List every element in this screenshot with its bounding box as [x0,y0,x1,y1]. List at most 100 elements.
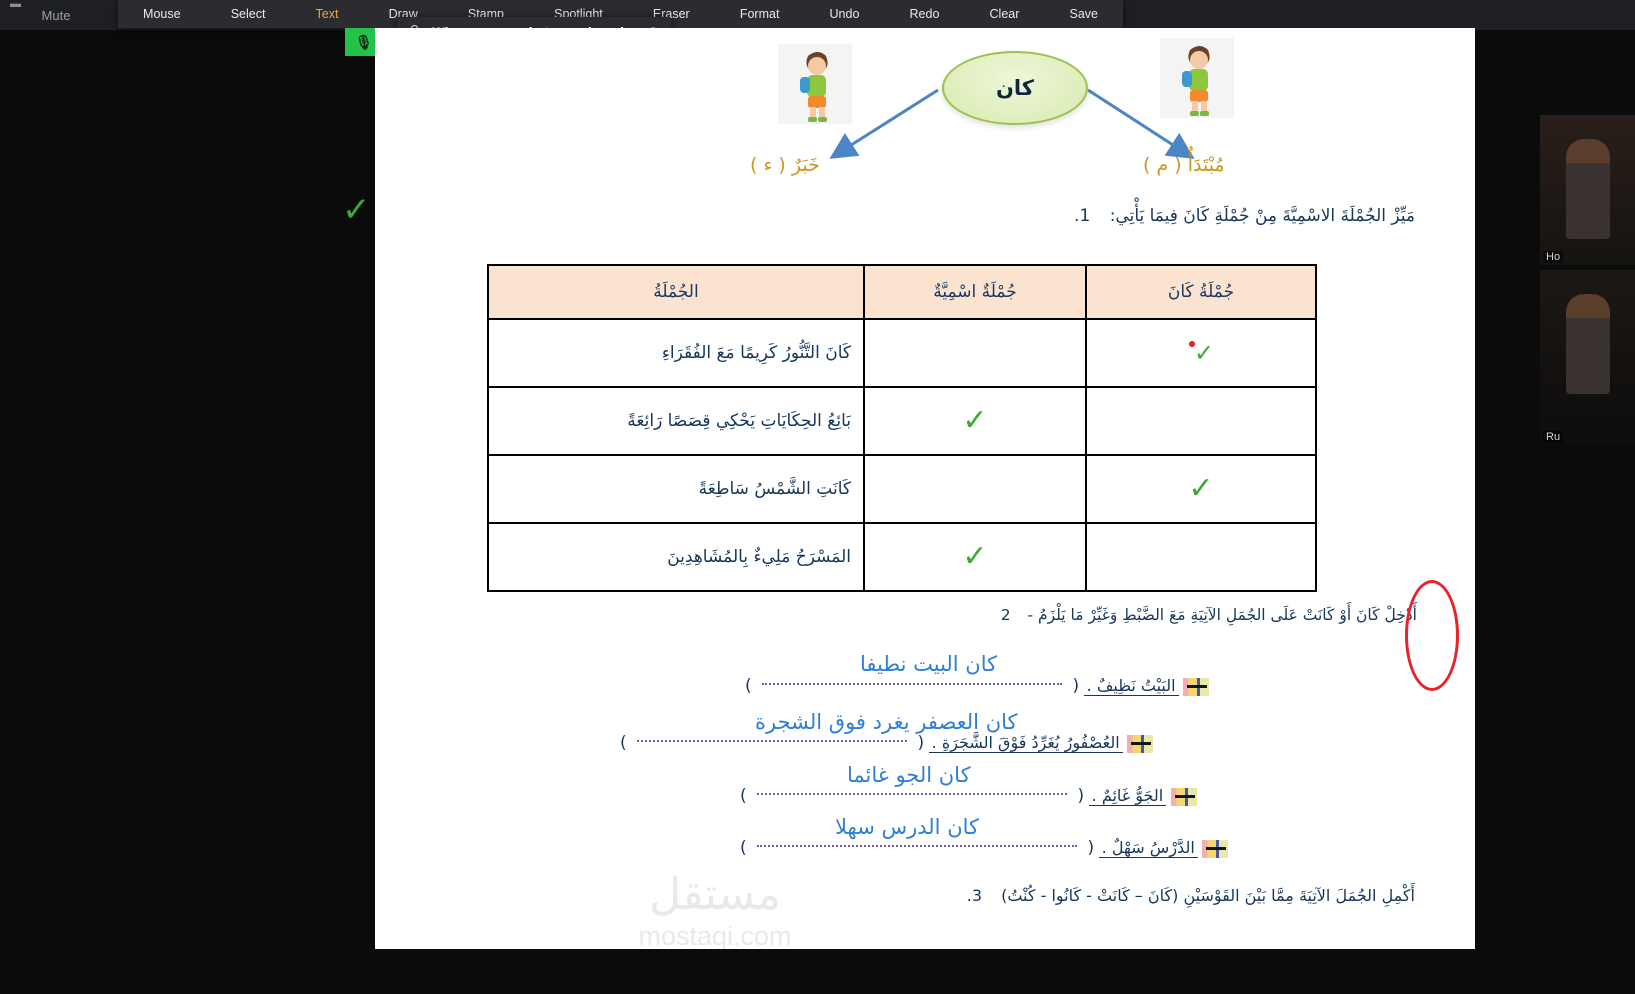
question-3-number: 3. [966,886,982,905]
cell-ismiyya-check[interactable] [863,318,1087,388]
screen-root: Mute Stop Video Security Participants Pa… [0,0,1635,994]
diagram-label-khabar: خَبَرٌ ( ء ) [750,154,820,176]
pencil-bullet-icon [1183,677,1210,696]
exercise-paren-close: ) [740,786,747,806]
question-1-line: مَيِّزْ الجُمْلَةَ الاسْمِيَّةَ مِنْ جُم… [375,206,1415,226]
microphone-muted-icon: 🎙 [355,33,373,50]
cell-ismiyya-check[interactable]: ✓ [863,522,1087,592]
pencil-bullet-icon [1170,787,1197,806]
table-row: ✓ كَانَ التَّنُّورُ كَرِيمًا مَعَ الفُقَ… [487,318,1317,388]
watermark: مستقل mostaqi.com [590,873,840,950]
exercise-row-3: الجَوُّ غَائِمٌ . ( ) [740,786,1197,806]
cell-kana-check[interactable]: ✓ [1085,318,1317,388]
exercise-paren-open: ( [1072,676,1080,696]
video-thumbnail[interactable]: Ru [1540,270,1635,445]
table-row: ✓ بَائِعُ الحِكَايَاتِ يَحْكِي قِصَصًا ر… [487,386,1317,456]
green-check-annotation: ✓ [342,190,371,230]
question-3-line: أَكْمِلِ الجُمَلَ الآتِيَةَ مِمَّا بَيْن… [375,886,1415,905]
boy-illustration-right [1160,38,1234,118]
pencil-bullet-icon [1202,839,1229,858]
green-check-icon: ✓ [1193,338,1215,367]
video-thumbnail-label: Ho [1543,251,1564,263]
diagram-arrows [829,88,1195,159]
exercise-answer-blank[interactable] [762,682,1063,685]
annotation-tool-format[interactable]: Format [715,0,805,28]
cell-sentence: كَانَ التَّنُّورُ كَرِيمًا مَعَ الفُقَرَ… [487,318,865,388]
exercise-answer-blank[interactable] [757,844,1078,847]
annotation-tool-label: Save [1069,7,1099,21]
annotation-tool-select[interactable]: Select [206,0,291,28]
handwritten-answer-4: كان الدرس سهلا [835,815,980,839]
cell-kana-check[interactable] [1085,522,1317,592]
shared-document: كان خَبَرٌ ( ء ) مُبْتَدَأٌ ( م ) مَيِّز… [375,28,1475,949]
handwritten-answer-3: كان الجو غائما [847,763,971,787]
green-check-icon: ✓ [1188,471,1214,506]
cell-ismiyya-check[interactable] [863,454,1087,524]
diagram-center-node: كان [942,51,1088,125]
table-header-sentence: الجُمْلَةُ [487,264,865,320]
annotation-tool-label: Mouse [143,7,181,21]
cell-sentence: المَسْرَحُ مَلِيءٌ بِالمُشَاهِدِينَ [487,522,865,592]
cell-kana-check[interactable] [1085,386,1317,456]
green-check-icon: ✓ [962,403,988,438]
kana-diagram: كان خَبَرٌ ( ء ) مُبْتَدَأٌ ( م ) [375,28,1475,178]
exercise-paren-open: ( [917,733,925,753]
handwritten-answer-1: كان البيت نطيفا [860,652,998,676]
annotation-tool-text[interactable]: Text [291,0,364,28]
annotation-tool-redo[interactable]: Redo [884,0,964,28]
watermark-latin: mostaqi.com [638,921,792,949]
exercise-printed-text: الدَّرْسُ سَهْلٌ . [1098,838,1198,858]
exercise-answer-blank[interactable] [637,739,908,742]
exercise-row-2: العُصْفُورُ يُغَرِّدُ فَوْقَ الشَّجَرَةِ… [620,733,1154,753]
question-3-text: أَكْمِلِ الجُمَلَ الآتِيَةَ مِمَّا بَيْن… [1001,886,1415,905]
exercise-row-4: الدَّرْسُ سَهْلٌ . ( ) [740,838,1229,858]
microphone-icon: ▬ [10,0,21,10]
annotation-tool-label: Clear [989,7,1020,21]
table-header-kana: جُمْلَةُ كَانَ [1085,264,1317,320]
exercise-printed-text: الجَوُّ غَائِمٌ . [1088,786,1167,806]
annotation-tool-mouse[interactable]: Mouse [118,0,206,28]
exercise-paren-close: ) [740,838,747,858]
annotation-tool-label: Redo [909,7,940,21]
exercise-printed-text: البَيْتُ نَظِيفٌ . [1083,676,1179,696]
annotation-tool-undo[interactable]: Undo [804,0,884,28]
cell-sentence: بَائِعُ الحِكَايَاتِ يَحْكِي قِصَصًا رَا… [487,386,865,456]
boy-illustration-left [778,44,852,124]
cell-ismiyya-check[interactable]: ✓ [863,386,1087,456]
exercise-paren-close: ) [745,676,752,696]
table-row: ✓ كَانَتِ الشَّمْسُ سَاطِعَةً [487,454,1317,524]
exercise-paren-close: ) [620,733,627,753]
exercise-answer-blank[interactable] [757,792,1068,795]
cell-sentence: كَانَتِ الشَّمْسُ سَاطِعَةً [487,454,865,524]
question-1-number: 1. [1074,206,1091,226]
exercise-paren-open: ( [1077,786,1085,806]
annotation-tool-label: Select [230,7,266,21]
annotation-tool-save[interactable]: Save [1044,0,1123,28]
diagram-label-mubtada: مُبْتَدَأٌ ( م ) [1143,154,1225,176]
exercise-paren-open: ( [1087,838,1095,858]
sentences-table: جُمْلَةُ كَانَ جُمْلَةٌ اسْمِيَّةٌ الجُم… [487,264,1317,592]
question-1-text: مَيِّزْ الجُمْلَةَ الاسْمِيَّةَ مِنْ جُم… [1109,206,1415,226]
red-dot-annotation [1188,340,1195,347]
diagram-center-label: كان [995,76,1035,100]
participant-video-figure [1566,294,1610,394]
video-thumbnail-strip: Ho Ru [1540,115,1635,445]
video-thumbnail-label: Ru [1543,431,1564,443]
video-thumbnail[interactable]: Ho [1540,115,1635,265]
toolbar-item-label: Mute [41,7,71,23]
exercise-printed-text: العُصْفُورُ يُغَرِّدُ فَوْقَ الشَّجَرَةِ… [928,733,1123,753]
annotation-tool-label: Undo [829,7,860,21]
cell-kana-check[interactable]: ✓ [1085,454,1317,524]
table-header-row: جُمْلَةُ كَانَ جُمْلَةٌ اسْمِيَّةٌ الجُم… [487,264,1317,320]
table-row: ✓ المَسْرَحُ مَلِيءٌ بِالمُشَاهِدِينَ [487,522,1317,592]
question-2-text: أَدْخِلْ كَانَ أَوْ كَانَتْ عَلَى الجُمَ… [1027,606,1418,624]
handwritten-answer-2: كان العصفر يغرد فوق الشجرة [755,710,1018,734]
exercise-row-1: البَيْتُ نَظِيفٌ . ( ) [745,676,1210,696]
annotation-tool-clear[interactable]: Clear [964,0,1044,28]
question-2-number: 2 [1000,606,1011,624]
pencil-bullet-icon [1127,734,1154,753]
red-ellipse-annotation [1405,580,1459,691]
annotation-tool-label: Text [315,7,339,21]
green-check-icon: ✓ [962,539,988,574]
annotation-tool-label: Format [739,7,780,21]
